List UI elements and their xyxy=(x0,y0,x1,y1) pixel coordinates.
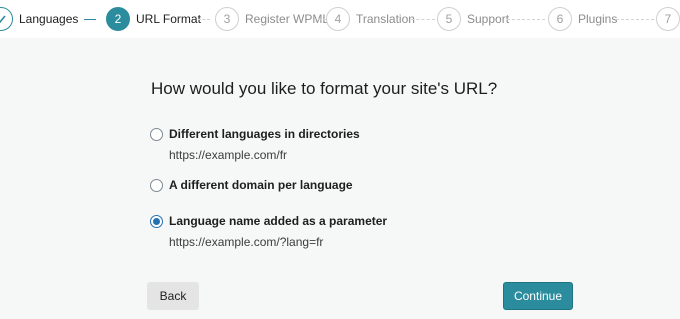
step-connector xyxy=(616,19,654,20)
step-label: Plugins xyxy=(578,12,618,26)
check-icon xyxy=(0,7,13,31)
radio-parameter[interactable] xyxy=(150,214,163,228)
option-example: https://example.com/?lang=fr xyxy=(169,235,324,249)
step-label: Translation xyxy=(356,12,415,26)
step-connector xyxy=(198,19,210,20)
step-languages[interactable]: Languages xyxy=(0,7,78,31)
setup-stepper: Languages 2 URL Format 3 Register WPML 4… xyxy=(0,0,680,38)
step-number: 6 xyxy=(548,7,572,31)
step-connector xyxy=(318,19,326,20)
step-number: 2 xyxy=(106,7,130,31)
page-title: How would you like to format your site's… xyxy=(151,79,498,98)
option-label: Different languages in directories xyxy=(169,127,360,141)
option-parameter[interactable]: Language name added as a parameter https… xyxy=(150,213,387,249)
option-directories[interactable]: Different languages in directories https… xyxy=(150,126,360,162)
step-number: 4 xyxy=(326,7,350,31)
option-label: Language name added as a parameter xyxy=(169,214,388,228)
step-number: 7 xyxy=(656,7,680,31)
step-label: Languages xyxy=(19,12,79,26)
step-connector xyxy=(84,19,96,20)
continue-button[interactable]: Continue xyxy=(503,282,573,310)
step-number: 5 xyxy=(437,7,461,31)
step-label: URL Format xyxy=(136,12,201,26)
step-register-wpml[interactable]: 3 Register WPML xyxy=(215,7,329,31)
step-connector xyxy=(507,19,545,20)
step-translation[interactable]: 4 Translation xyxy=(326,7,415,31)
option-domain[interactable]: A different domain per language xyxy=(150,177,353,193)
step-url-format[interactable]: 2 URL Format xyxy=(106,7,201,31)
step-connector xyxy=(411,19,435,20)
step-seven[interactable]: 7 xyxy=(656,7,680,31)
step-number: 3 xyxy=(215,7,239,31)
step-support[interactable]: 5 Support xyxy=(437,7,509,31)
back-button[interactable]: Back xyxy=(147,282,199,310)
step-label: Support xyxy=(467,12,510,26)
step-label: Register WPML xyxy=(245,12,330,26)
radio-selected-dot xyxy=(153,217,160,225)
option-example: https://example.com/fr xyxy=(169,148,288,162)
step-plugins[interactable]: 6 Plugins xyxy=(548,7,617,31)
radio-domain[interactable] xyxy=(150,178,163,192)
radio-directories[interactable] xyxy=(150,127,163,141)
option-label: A different domain per language xyxy=(169,178,353,192)
